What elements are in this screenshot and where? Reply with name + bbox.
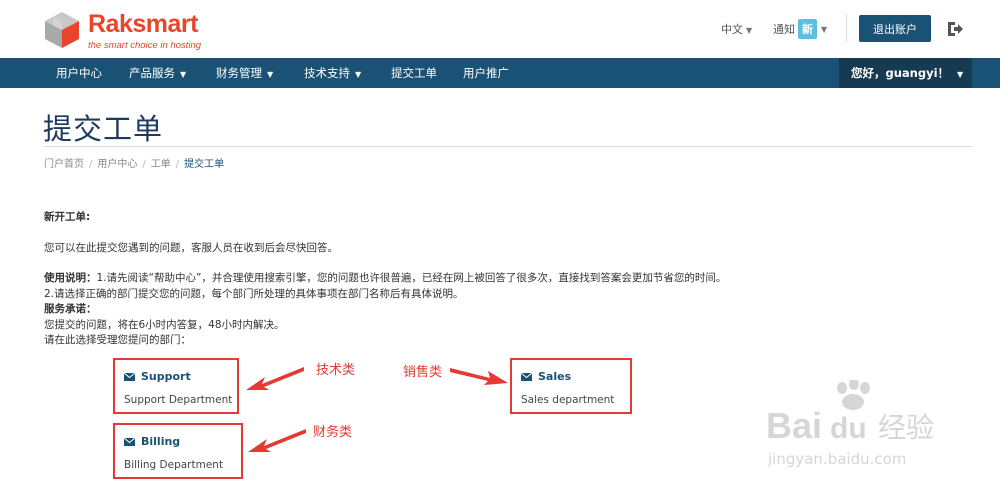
nav-item-affiliate[interactable]: 用户推广: [463, 58, 509, 88]
page-title: 提交工单: [43, 112, 164, 146]
breadcrumb-separator: /: [175, 159, 180, 170]
notice-badge: 新: [798, 19, 817, 39]
chevron-down-icon: ▼: [821, 24, 828, 34]
nav-item-products[interactable]: 产品服务 ▼: [129, 58, 186, 88]
title-divider: [43, 146, 973, 147]
dept-card-support[interactable]: Support Support Department: [113, 358, 239, 414]
dept-name: Sales: [538, 370, 572, 383]
dept-title[interactable]: Sales: [521, 370, 571, 383]
dept-desc: Support Department: [124, 394, 233, 406]
user-menu[interactable]: 您好，guangyi！ ▼: [839, 58, 972, 88]
envelope-icon: [521, 372, 532, 381]
promise-text: 您提交的问题，将在6小时内答复，48小时内解决。: [44, 319, 285, 331]
dept-card-billing[interactable]: Billing Billing Department: [113, 423, 243, 479]
language-selector[interactable]: 中文 ▼: [721, 21, 752, 37]
notification-menu[interactable]: 通知 新 ▼: [773, 19, 827, 39]
arrow-icon: [246, 367, 304, 390]
top-header: Raksmart the smart choice in hosting 中文 ▼…: [0, 0, 1000, 58]
dept-desc: Billing Department: [124, 459, 224, 471]
arrow-icon: [450, 368, 508, 385]
raksmart-logo[interactable]: Raksmart the smart choice in hosting: [42, 8, 212, 52]
nav-label: 技术支持: [304, 66, 350, 80]
section-heading: 新开工单:: [44, 211, 91, 223]
main-nav: 用户中心 产品服务 ▼ 财务管理 ▼ 技术支持 ▼ 提交工单 用户推广 您好，guan…: [0, 58, 1000, 88]
header-divider: [846, 14, 847, 42]
nav-label: 产品服务: [129, 66, 175, 80]
dept-title[interactable]: Support: [124, 370, 191, 383]
envelope-icon: [124, 437, 135, 446]
dept-title[interactable]: Billing: [124, 435, 180, 448]
logo-tagline: the smart choice in hosting: [88, 40, 202, 51]
usage-line-2: 2.请选择正确的部门提交您的问题，每个部门所处理的具体事项在部门名称后有具体说明…: [44, 288, 464, 300]
baidu-paw-icon: Bai du 经验 jingyan.baidu.com: [766, 378, 934, 468]
greeting-label: 您好，guangyi！: [851, 66, 950, 80]
nav-label: 提交工单: [391, 66, 437, 80]
breadcrumb-separator: /: [89, 159, 93, 170]
intro-text: 您可以在此提交您遇到的问题，客服人员在收到后会尽快回答。: [44, 242, 338, 254]
watermark-brand-cn: 经验: [878, 411, 934, 444]
usage-line-1: 使用说明：1.请先阅读“帮助中心”，并合理使用搜索引擎，您的问题也许很普遍，已经…: [44, 270, 726, 285]
envelope-icon: [124, 372, 135, 381]
arrow-icon: [248, 429, 306, 452]
breadcrumb-user-center[interactable]: 用户中心: [97, 159, 137, 170]
breadcrumb-current: 提交工单: [184, 159, 225, 170]
logout-button[interactable]: 退出账户: [859, 15, 931, 42]
caret-down-icon: ▼: [957, 70, 964, 79]
nav-label: 用户中心: [56, 66, 102, 80]
nav-label: 用户推广: [463, 66, 509, 80]
sign-out-icon[interactable]: [946, 20, 964, 38]
chevron-down-icon: ▼: [746, 26, 753, 35]
annotation-tech: 技术类: [316, 363, 356, 378]
breadcrumb-home[interactable]: 门户首页: [44, 159, 84, 170]
dept-name: Billing: [141, 435, 181, 448]
watermark-brand: Bai: [766, 405, 822, 446]
caret-down-icon: ▼: [355, 70, 362, 79]
nav-item-billing[interactable]: 财务管理 ▼: [216, 58, 273, 88]
usage-label: 使用说明：: [44, 272, 97, 284]
annotation-sales: 销售类: [403, 365, 443, 380]
annotation-finance: 财务类: [313, 425, 353, 440]
watermark-url: jingyan.baidu.com: [767, 450, 906, 468]
select-prompt: 请在此选择受理您提问的部门：: [44, 334, 191, 346]
watermark-brand-tail: du: [830, 412, 867, 445]
logo-name: Raksmart: [88, 10, 198, 38]
language-label: 中文: [721, 23, 743, 36]
nav-label: 财务管理: [216, 66, 262, 80]
promise-label: 服务承诺：: [44, 303, 97, 315]
dept-card-sales[interactable]: Sales Sales department: [510, 358, 632, 414]
breadcrumb-separator: /: [142, 159, 146, 170]
dept-name: Support: [141, 370, 191, 383]
caret-down-icon: ▼: [267, 70, 274, 79]
baidu-jingyan-watermark: Bai du 经验 jingyan.baidu.com: [764, 378, 954, 470]
usage-text-1: 1.请先阅读“帮助中心”，并合理使用搜索引擎，您的问题也许很普遍，已经在网上被回…: [96, 272, 727, 284]
caret-down-icon: ▼: [180, 70, 187, 79]
nav-item-submit-ticket[interactable]: 提交工单: [391, 58, 437, 88]
cube-logo-icon: [45, 12, 79, 48]
breadcrumb-tickets[interactable]: 工单: [151, 159, 171, 170]
nav-item-tech-support[interactable]: 技术支持 ▼: [304, 58, 361, 88]
notice-label: 通知: [773, 23, 795, 36]
breadcrumb: 门户首页 / 用户中心 / 工单 / 提交工单: [44, 155, 224, 170]
dept-desc: Sales department: [521, 394, 615, 406]
nav-item-user-center[interactable]: 用户中心: [56, 58, 102, 88]
